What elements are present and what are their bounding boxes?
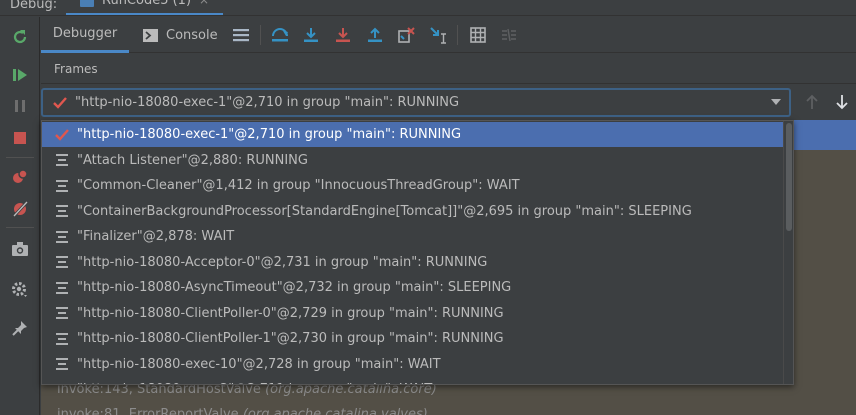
thread-icon	[55, 383, 69, 384]
camera-icon[interactable]	[10, 239, 30, 259]
thread-list-item[interactable]: "http-nio-18080-exec-2"@2,711 in group "…	[42, 377, 784, 384]
thread-icon	[55, 255, 69, 269]
thread-label: "http-nio-18080-exec-1"@2,710 in group "…	[77, 127, 462, 142]
stop-icon[interactable]	[10, 128, 30, 148]
thread-list-item[interactable]: "Finalizer"@2,878: WAIT	[42, 224, 784, 249]
step-out-icon[interactable]	[365, 25, 385, 45]
evaluate-expression-icon[interactable]	[468, 25, 488, 45]
frames-toolbar: "http-nio-18080-exec-1"@2,710 in group "…	[41, 85, 856, 120]
thread-selector-value: "http-nio-18080-exec-1"@2,710 in group "…	[75, 95, 460, 110]
thread-icon	[55, 332, 69, 346]
dropdown-scrollbar[interactable]	[783, 121, 793, 384]
thread-label: "http-nio-18080-AsyncTimeout"@2,732 in g…	[77, 280, 512, 295]
rerun-icon[interactable]	[10, 27, 30, 47]
thread-list-item[interactable]: "http-nio-18080-exec-10"@2,728 in group …	[42, 352, 784, 377]
debug-label: Debug:	[10, 0, 58, 12]
thread-label: "http-nio-18080-exec-10"@2,728 in group …	[77, 356, 441, 372]
thread-dropdown-list: "http-nio-18080-exec-1"@2,710 in group "…	[41, 120, 794, 385]
thread-icon	[55, 357, 69, 371]
thread-icon	[55, 306, 69, 320]
resume-icon[interactable]	[10, 65, 30, 85]
thread-label: "Common-Cleaner"@1,412 in group "Innocuo…	[77, 178, 520, 193]
thread-list-item[interactable]: "http-nio-18080-AsyncTimeout"@2,732 in g…	[42, 275, 784, 300]
pin-icon[interactable]	[10, 318, 30, 338]
thread-list-item[interactable]: "ContainerBackgroundProcessor[StandardEn…	[42, 199, 784, 224]
debug-title-bar: Debug: RunCode5 (1) ×	[0, 0, 856, 16]
thread-label: "ContainerBackgroundProcessor[StandardEn…	[77, 203, 692, 219]
console-icon	[143, 28, 158, 42]
chevron-down-icon[interactable]	[771, 99, 781, 105]
thread-list-item[interactable]: "http-nio-18080-Acceptor-0"@2,731 in gro…	[42, 250, 784, 275]
mute-breakpoints-icon[interactable]	[10, 199, 30, 219]
tab-debugger-label: Debugger	[52, 26, 118, 41]
frames-panel-header: Frames	[41, 54, 856, 84]
left-debug-toolbar	[0, 17, 40, 415]
pause-icon[interactable]	[10, 96, 30, 116]
thread-list-item[interactable]: "http-nio-18080-exec-1"@2,710 in group "…	[42, 122, 784, 147]
thread-icon	[55, 153, 69, 167]
close-icon[interactable]: ×	[199, 0, 209, 7]
checkmark-icon	[55, 128, 69, 142]
thread-icon	[55, 204, 69, 218]
previous-frame-arrow-icon[interactable]	[803, 93, 821, 111]
step-over-icon[interactable]	[301, 25, 321, 45]
thread-label: "Attach Listener"@2,880: RUNNING	[77, 152, 308, 168]
run-config-tab[interactable]: RunCode5 (1) ×	[66, 0, 223, 15]
step-into-icon[interactable]	[333, 25, 353, 45]
tab-console[interactable]: Console	[143, 17, 218, 53]
thread-label: "http-nio-18080-ClientPoller-0"@2,729 in…	[77, 305, 504, 321]
frame-row[interactable]: invoke:81, ErrorReportValve (org.apache.…	[57, 407, 428, 415]
thread-label: "http-nio-18080-exec-2"@2,711 in group "…	[77, 382, 432, 384]
next-frame-arrow-icon[interactable]	[833, 93, 851, 111]
thread-selector-combo[interactable]: "http-nio-18080-exec-1"@2,710 in group "…	[41, 88, 791, 117]
thread-icon	[55, 179, 69, 193]
thread-list-item[interactable]: "Common-Cleaner"@1,412 in group "Innocuo…	[42, 173, 784, 198]
thread-list-item[interactable]: "http-nio-18080-ClientPoller-0"@2,729 in…	[42, 301, 784, 326]
thread-label: "Finalizer"@2,878: WAIT	[77, 229, 235, 244]
run-config-tab-label: RunCode5 (1)	[102, 0, 192, 8]
thread-icon	[55, 281, 69, 295]
frames-title: Frames	[54, 61, 98, 76]
show-execution-point-icon[interactable]	[270, 25, 290, 45]
tab-console-label: Console	[166, 27, 218, 43]
view-breakpoints-icon[interactable]	[10, 167, 30, 187]
thread-list-item[interactable]: "Attach Listener"@2,880: RUNNING	[42, 148, 784, 173]
settings-icon[interactable]	[10, 279, 30, 299]
checkmark-icon	[53, 96, 67, 109]
scrollbar-thumb[interactable]	[786, 123, 792, 231]
run-config-icon	[80, 0, 94, 7]
thread-icon	[55, 230, 69, 244]
thread-label: "http-nio-18080-ClientPoller-1"@2,730 in…	[77, 331, 504, 346]
tab-debugger[interactable]: Debugger	[41, 17, 129, 53]
debug-tab-header: Debugger Console	[41, 17, 856, 53]
thread-label: "http-nio-18080-Acceptor-0"@2,731 in gro…	[77, 254, 488, 270]
drop-frame-icon[interactable]	[396, 25, 416, 45]
menu-icon[interactable]	[231, 25, 251, 45]
run-to-cursor-icon[interactable]	[428, 25, 448, 45]
trace-icon[interactable]	[499, 25, 519, 45]
thread-list-item[interactable]: "http-nio-18080-ClientPoller-1"@2,730 in…	[42, 326, 784, 351]
